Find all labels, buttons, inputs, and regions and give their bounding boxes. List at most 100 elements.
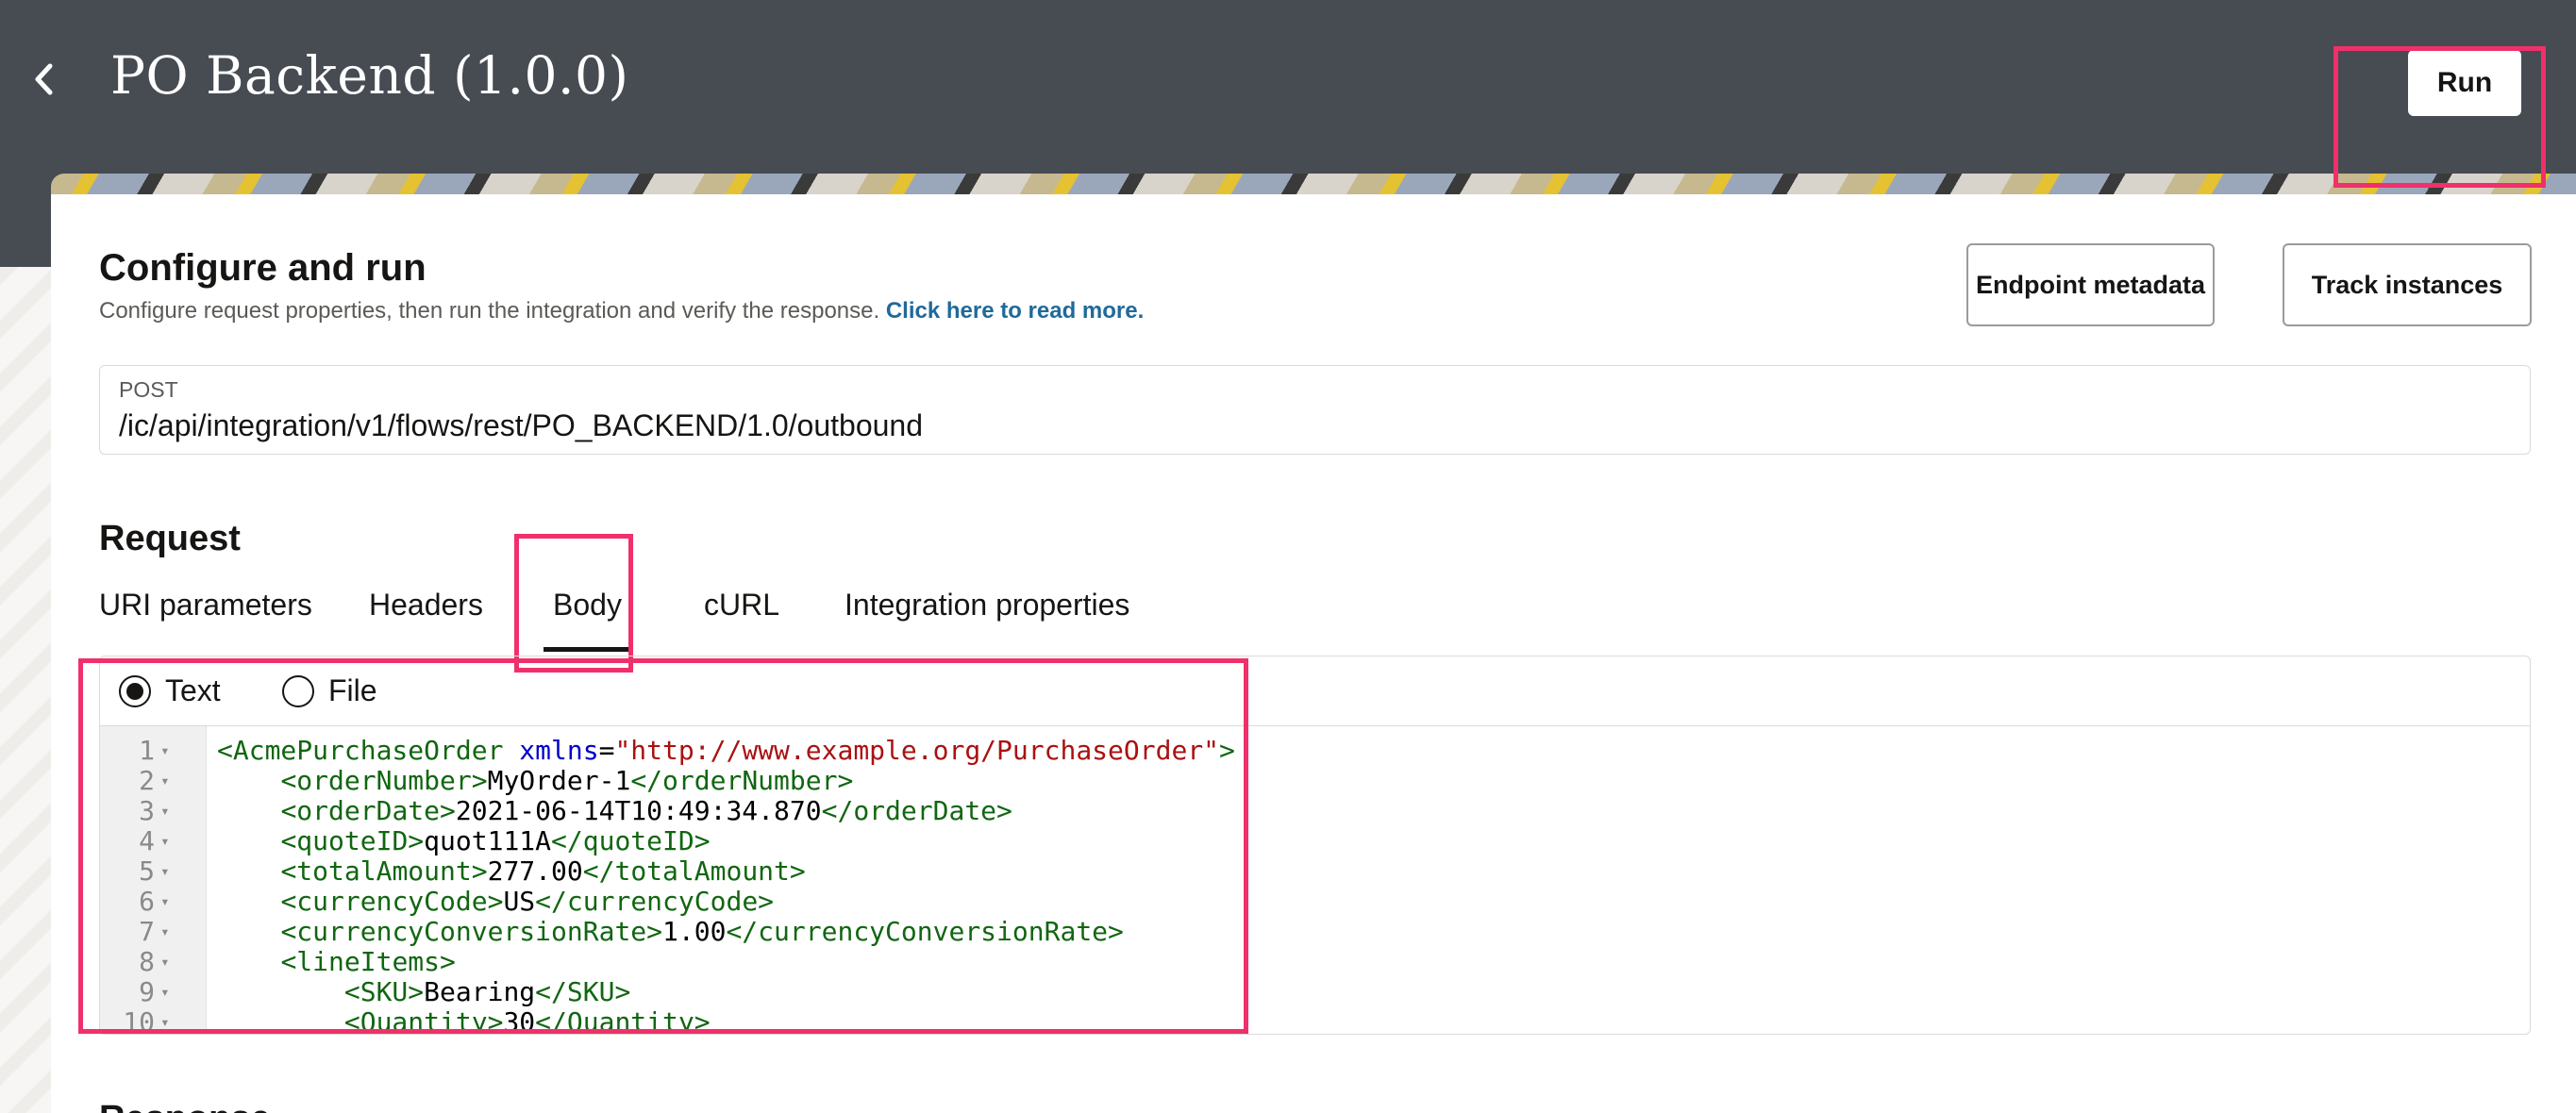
xml-indent [217, 946, 280, 977]
fold-arrow-icon[interactable]: ▾ [160, 947, 170, 977]
xml-indent [217, 795, 280, 826]
xml-open: <currencyCode> [280, 886, 504, 917]
code-line: <SKU>Bearing</SKU> [217, 977, 630, 1007]
xml-open: <Quantity> [343, 1006, 504, 1035]
radio-file-label: File [328, 673, 377, 707]
run-button[interactable]: Run [2408, 50, 2521, 116]
code-line: <quoteID>quot111A</quoteID> [217, 825, 711, 856]
xml-attr: xmlns [519, 735, 599, 766]
response-title: Response [99, 1099, 271, 1113]
xml-text: US [503, 886, 536, 917]
line-number: 9 [139, 976, 155, 1007]
xml-text: 2021-06-14T10:49:34.870 [455, 795, 822, 826]
configure-subtitle: Configure request properties, then run t… [99, 298, 1144, 324]
page-title: PO Backend (1.0.0) [110, 45, 629, 106]
xml-open: <SKU> [343, 976, 425, 1007]
code-line: <Quantity>30</Quantity> [217, 1007, 711, 1035]
xml-indent [217, 886, 280, 917]
configure-subtitle-text: Configure request properties, then run t… [99, 298, 880, 324]
radio-text[interactable]: Text [119, 673, 221, 708]
xml-close: </totalAmount> [582, 856, 806, 887]
fold-arrow-icon[interactable]: ▾ [160, 826, 170, 856]
xml-text: 30 [503, 1006, 536, 1035]
line-number: 2 [139, 765, 155, 796]
fold-arrow-icon[interactable]: ▾ [160, 856, 170, 887]
tab-body-selected-indicator [544, 647, 630, 652]
background-pattern [0, 267, 53, 1113]
xml-close: </Quantity> [535, 1006, 711, 1035]
xml-indent [217, 825, 280, 856]
fold-arrow-icon[interactable]: ▾ [160, 796, 170, 826]
fold-arrow-icon[interactable]: ▾ [160, 766, 170, 796]
configure-title: Configure and run [99, 247, 427, 289]
fold-arrow-icon[interactable]: ▾ [160, 917, 170, 947]
tab-body[interactable]: Body [553, 588, 622, 623]
radio-circle-unselected-icon [282, 674, 314, 707]
tab-curl[interactable]: cURL [704, 588, 779, 623]
xml-open: <AcmePurchaseOrder [217, 735, 504, 766]
fold-arrow-icon[interactable]: ▾ [160, 887, 170, 917]
line-number: 7 [139, 916, 155, 947]
fold-arrow-icon[interactable]: ▾ [160, 736, 170, 766]
radio-file[interactable]: File [282, 673, 377, 708]
body-panel: Text File 1 ▾ <AcmePurchaseOrder xmlns="ht… [99, 656, 2531, 1035]
xml-open: <totalAmount> [280, 856, 488, 887]
xml-eq: = [598, 735, 615, 766]
line-number: 4 [139, 825, 155, 856]
code-editor[interactable]: 1 ▾ <AcmePurchaseOrder xmlns="http://www.e… [100, 726, 2530, 1035]
xml-text: MyOrder-1 [487, 765, 631, 796]
http-method: POST [119, 377, 178, 402]
chevron-left-icon [35, 63, 53, 95]
endpoint-metadata-button[interactable]: Endpoint metadata [1966, 243, 2215, 326]
line-number: 10 [123, 1006, 155, 1035]
xml-text: 277.00 [487, 856, 583, 887]
code-line: <currencyCode>US</currencyCode> [217, 887, 774, 917]
xml-text: Bearing [424, 976, 536, 1007]
back-button[interactable] [23, 53, 64, 106]
radio-circle-selected-icon [119, 674, 151, 707]
line-number: 8 [139, 946, 155, 977]
code-line: <AcmePurchaseOrder xmlns="http://www.exa… [217, 736, 1235, 766]
code-line: <currencyConversionRate>1.00</currencyCo… [217, 916, 1124, 947]
xml-indent [217, 976, 344, 1007]
xml-close: </SKU> [535, 976, 631, 1007]
code-line: <orderDate>2021-06-14T10:49:34.870</orde… [217, 796, 1012, 826]
endpoint-url: /ic/api/integration/v1/flows/rest/PO_BAC… [119, 408, 923, 442]
fold-arrow-icon[interactable]: ▾ [160, 1007, 170, 1034]
xml-close: </orderDate> [821, 795, 1012, 826]
xml-val: "http://www.example.org/PurchaseOrder" [614, 735, 1220, 766]
xml-open: <orderNumber> [280, 765, 488, 796]
line-number: 1 [139, 735, 155, 766]
request-title: Request [99, 519, 241, 558]
xml-close: </orderNumber> [630, 765, 854, 796]
tab-integration-properties[interactable]: Integration properties [845, 588, 1129, 623]
fold-arrow-icon[interactable]: ▾ [160, 977, 170, 1007]
xml-close: </currencyConversionRate> [726, 916, 1124, 947]
radio-text-label: Text [165, 673, 221, 707]
line-number: 5 [139, 856, 155, 887]
line-number: 3 [139, 795, 155, 826]
xml-indent [217, 856, 280, 887]
read-more-link[interactable]: Click here to read more. [886, 298, 1144, 324]
endpoint-box: POST /ic/api/integration/v1/flows/rest/P… [99, 365, 2531, 455]
track-instances-button[interactable]: Track instances [2283, 243, 2532, 326]
xml-text: 1.00 [662, 916, 727, 947]
xml-indent [217, 1006, 344, 1034]
xml-indent [217, 765, 280, 796]
line-number: 6 [139, 886, 155, 917]
code-line: <lineItems> [217, 946, 456, 977]
tab-uri-parameters[interactable]: URI parameters [99, 588, 312, 623]
xml-close: </quoteID> [551, 825, 711, 856]
xml-open: <currencyConversionRate> [280, 916, 663, 947]
xml-open: <orderDate> [280, 795, 456, 826]
decorative-banner [51, 174, 2576, 196]
tab-headers[interactable]: Headers [369, 588, 483, 623]
code-line: <totalAmount>277.00</totalAmount> [217, 856, 806, 887]
body-mode-row: Text File [100, 656, 2530, 726]
xml-open: <quoteID> [280, 825, 425, 856]
xml-close: </currencyCode> [535, 886, 775, 917]
xml-open: <lineItems> [280, 946, 456, 977]
xml-gt: > [1219, 735, 1235, 766]
xml-indent [217, 916, 280, 947]
code-line: <orderNumber>MyOrder-1</orderNumber> [217, 766, 853, 796]
